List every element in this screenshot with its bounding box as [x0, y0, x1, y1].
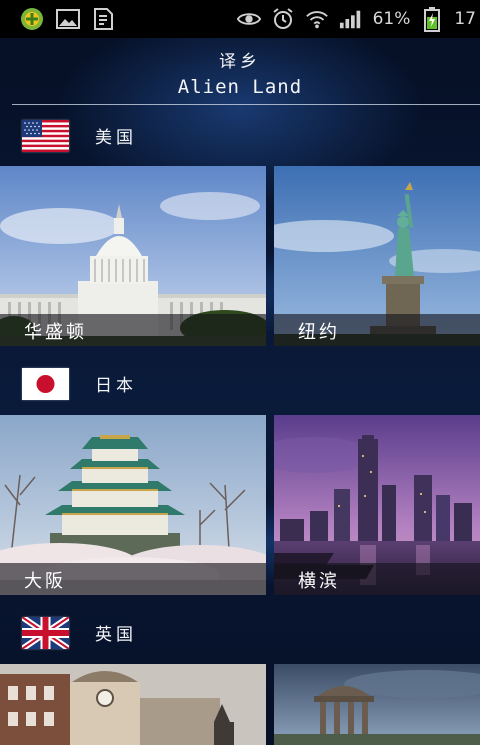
city-tile-osaka[interactable]: 大阪 — [0, 415, 266, 595]
header-divider — [12, 104, 480, 105]
usa-flag-icon — [22, 120, 69, 152]
city-label-washington: 华盛顿 — [24, 322, 87, 343]
city-tile-new-york[interactable]: 纽约 — [274, 166, 480, 346]
city-tile-washington[interactable]: 华盛顿 — [0, 166, 266, 346]
country-name-japan: 日本 — [95, 376, 137, 396]
uk-city-image-1 — [0, 664, 266, 745]
app-icon — [20, 8, 44, 30]
city-tile-uk-2[interactable] — [274, 664, 480, 745]
document-icon — [92, 8, 116, 30]
signal-icon — [339, 8, 363, 30]
main-content: 译乡 Alien Land 美国 华盛顿 纽约 日本 大阪 横滨 英国 — [0, 38, 480, 745]
city-caption-bar: 横滨 — [274, 563, 480, 595]
status-bar: 61% 17 — [0, 0, 480, 38]
city-caption-bar: 纽约 — [274, 314, 480, 346]
country-header-uk[interactable]: 英国 — [0, 603, 480, 663]
alarm-icon — [271, 8, 295, 30]
city-label-new-york: 纽约 — [298, 322, 340, 343]
country-name-uk: 英国 — [95, 625, 137, 645]
wifi-icon — [305, 8, 329, 30]
city-label-osaka: 大阪 — [24, 571, 66, 592]
city-label-yokohama: 横滨 — [298, 571, 340, 592]
city-tile-yokohama[interactable]: 横滨 — [274, 415, 480, 595]
city-caption-bar: 华盛顿 — [0, 314, 266, 346]
app-title-chinese: 译乡 — [219, 52, 261, 72]
eye-icon — [236, 8, 261, 30]
image-icon — [56, 8, 80, 30]
app-title-english: Alien Land — [177, 76, 303, 98]
city-tile-uk-1[interactable] — [0, 664, 266, 745]
battery-icon — [420, 7, 444, 32]
uk-city-image-2 — [274, 664, 480, 745]
battery-percent: 61% — [372, 9, 411, 29]
country-header-japan[interactable]: 日本 — [0, 354, 480, 414]
uk-flag-icon — [22, 617, 69, 649]
country-name-usa: 美国 — [95, 128, 137, 148]
city-caption-bar: 大阪 — [0, 563, 266, 595]
japan-flag-icon — [22, 368, 69, 400]
app-header: 译乡 Alien Land — [0, 38, 480, 104]
clock: 17 — [454, 9, 476, 29]
country-header-usa[interactable]: 美国 — [0, 106, 480, 166]
